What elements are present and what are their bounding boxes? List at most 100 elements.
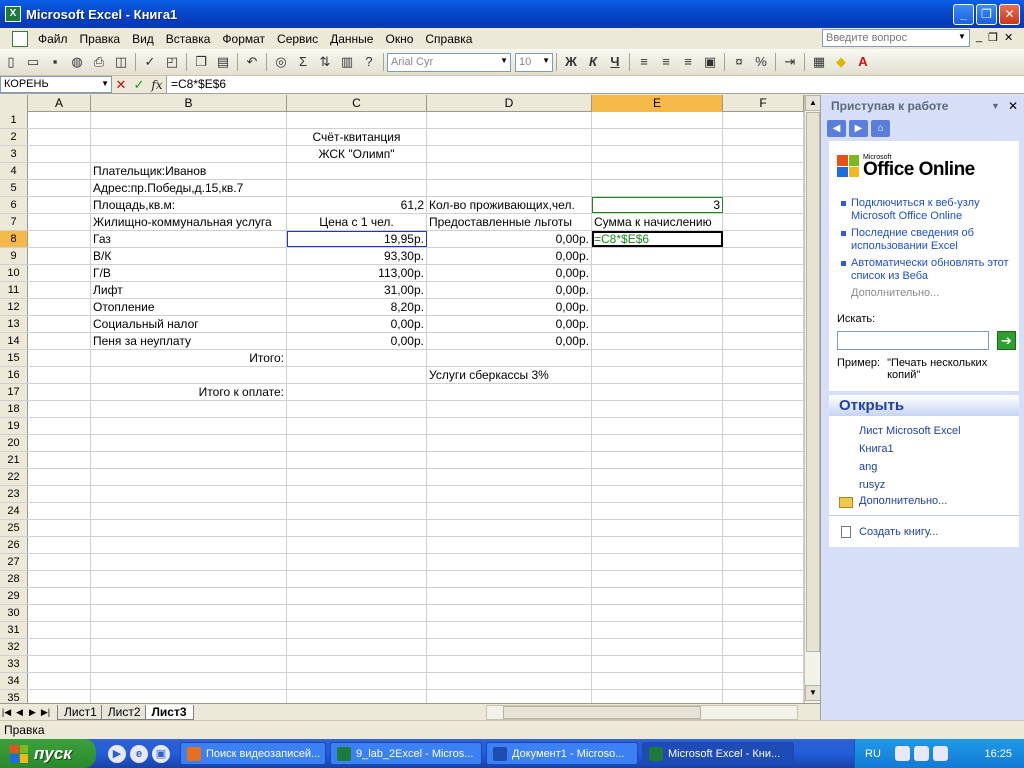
- cell-e28[interactable]: [592, 571, 723, 587]
- scroll-up-icon[interactable]: ▲: [805, 95, 820, 111]
- row-header[interactable]: 2: [0, 129, 28, 145]
- vertical-scrollbar[interactable]: ▲ ▼: [804, 95, 820, 703]
- cell-b31[interactable]: [91, 622, 287, 638]
- cell-d10[interactable]: 0,00р.: [427, 265, 592, 281]
- internet-explorer-icon[interactable]: e: [130, 744, 148, 763]
- cell-f17[interactable]: [723, 384, 804, 400]
- cell-d3[interactable]: [427, 146, 592, 162]
- cell-c24[interactable]: [287, 503, 427, 519]
- cell-e3[interactable]: [592, 146, 723, 162]
- tray-arrow-icon[interactable]: [894, 746, 910, 761]
- cell-f21[interactable]: [723, 452, 804, 468]
- cell-e26[interactable]: [592, 537, 723, 553]
- cell-c10[interactable]: 113,00р.: [287, 265, 427, 281]
- cell-a8[interactable]: [28, 231, 91, 247]
- cell-a24[interactable]: [28, 503, 91, 519]
- cell-a20[interactable]: [28, 435, 91, 451]
- row-header[interactable]: 18: [0, 401, 28, 417]
- cell-c20[interactable]: [287, 435, 427, 451]
- row-header[interactable]: 29: [0, 588, 28, 604]
- cell-a3[interactable]: [28, 146, 91, 162]
- cell-b12[interactable]: Отопление: [91, 299, 287, 315]
- chevron-down-icon[interactable]: ▼: [958, 32, 966, 41]
- cell-b9[interactable]: В/К: [91, 248, 287, 264]
- cell-a16[interactable]: [28, 367, 91, 383]
- cell-b30[interactable]: [91, 605, 287, 621]
- cell-c4[interactable]: [287, 163, 427, 179]
- cell-c14[interactable]: 0,00р.: [287, 333, 427, 349]
- media-player-icon[interactable]: ▶: [108, 744, 126, 763]
- cell-d1[interactable]: [427, 112, 592, 128]
- row-header[interactable]: 6: [0, 197, 28, 213]
- cell-d32[interactable]: [427, 639, 592, 655]
- back-icon[interactable]: ◀: [827, 119, 846, 137]
- cell-f4[interactable]: [723, 163, 804, 179]
- cell-c11[interactable]: 31,00р.: [287, 282, 427, 298]
- next-sheet-icon[interactable]: ▶: [26, 707, 39, 718]
- cell-c30[interactable]: [287, 605, 427, 621]
- cell-e18[interactable]: [592, 401, 723, 417]
- doc-close-button[interactable]: ✕: [1004, 31, 1013, 44]
- cell-f11[interactable]: [723, 282, 804, 298]
- cell-b4[interactable]: Плательщик:Иванов: [91, 163, 287, 179]
- cell-a9[interactable]: [28, 248, 91, 264]
- cell-e25[interactable]: [592, 520, 723, 536]
- cell-c27[interactable]: [287, 554, 427, 570]
- cell-a13[interactable]: [28, 316, 91, 332]
- column-header-b[interactable]: B: [91, 95, 287, 112]
- cell-d28[interactable]: [427, 571, 592, 587]
- first-sheet-icon[interactable]: |◀: [0, 707, 13, 718]
- cell-f10[interactable]: [723, 265, 804, 281]
- cell-e11[interactable]: [592, 282, 723, 298]
- spelling-icon[interactable]: ✓: [140, 52, 160, 72]
- cell-f15[interactable]: [723, 350, 804, 366]
- column-header-c[interactable]: C: [287, 95, 427, 112]
- row-header[interactable]: 7: [0, 214, 28, 230]
- cell-b28[interactable]: [91, 571, 287, 587]
- cell-e31[interactable]: [592, 622, 723, 638]
- recent-file[interactable]: Лист Microsoft Excel: [859, 425, 961, 437]
- cell-b33[interactable]: [91, 656, 287, 672]
- cell-a6[interactable]: [28, 197, 91, 213]
- cell-a31[interactable]: [28, 622, 91, 638]
- bold-button[interactable]: Ж: [561, 52, 581, 72]
- cell-e23[interactable]: [592, 486, 723, 502]
- row-header[interactable]: 23: [0, 486, 28, 502]
- permission-icon[interactable]: ◍: [67, 52, 87, 72]
- cell-b29[interactable]: [91, 588, 287, 604]
- cell-b24[interactable]: [91, 503, 287, 519]
- cell-c6[interactable]: 61,2: [287, 197, 427, 213]
- cell-b19[interactable]: [91, 418, 287, 434]
- cell-f32[interactable]: [723, 639, 804, 655]
- cell-d30[interactable]: [427, 605, 592, 621]
- cell-d31[interactable]: [427, 622, 592, 638]
- column-header-f[interactable]: F: [723, 95, 804, 112]
- autosum-icon[interactable]: Σ: [293, 52, 313, 72]
- row-header[interactable]: 15: [0, 350, 28, 366]
- cell-d27[interactable]: [427, 554, 592, 570]
- cell-b26[interactable]: [91, 537, 287, 553]
- cell-b23[interactable]: [91, 486, 287, 502]
- cell-a33[interactable]: [28, 656, 91, 672]
- cell-b35[interactable]: [91, 690, 287, 703]
- row-header[interactable]: 33: [0, 656, 28, 672]
- cell-b1[interactable]: [91, 112, 287, 128]
- row-header[interactable]: 32: [0, 639, 28, 655]
- sheet-tab-1[interactable]: Лист1: [57, 704, 104, 720]
- cell-f12[interactable]: [723, 299, 804, 315]
- last-sheet-icon[interactable]: ▶|: [39, 707, 52, 718]
- cell-d2[interactable]: [427, 129, 592, 145]
- menu-file[interactable]: Файл: [32, 32, 74, 46]
- cell-d25[interactable]: [427, 520, 592, 536]
- cell-c33[interactable]: [287, 656, 427, 672]
- cell-c15[interactable]: [287, 350, 427, 366]
- cell-c31[interactable]: [287, 622, 427, 638]
- minimize-button[interactable]: _: [953, 3, 974, 25]
- recent-file[interactable]: rusyz: [859, 479, 885, 491]
- tray-app-icon[interactable]: [932, 746, 948, 761]
- cell-e32[interactable]: [592, 639, 723, 655]
- cell-c23[interactable]: [287, 486, 427, 502]
- cell-a34[interactable]: [28, 673, 91, 689]
- cancel-formula-button[interactable]: ✕: [112, 77, 130, 93]
- cell-b27[interactable]: [91, 554, 287, 570]
